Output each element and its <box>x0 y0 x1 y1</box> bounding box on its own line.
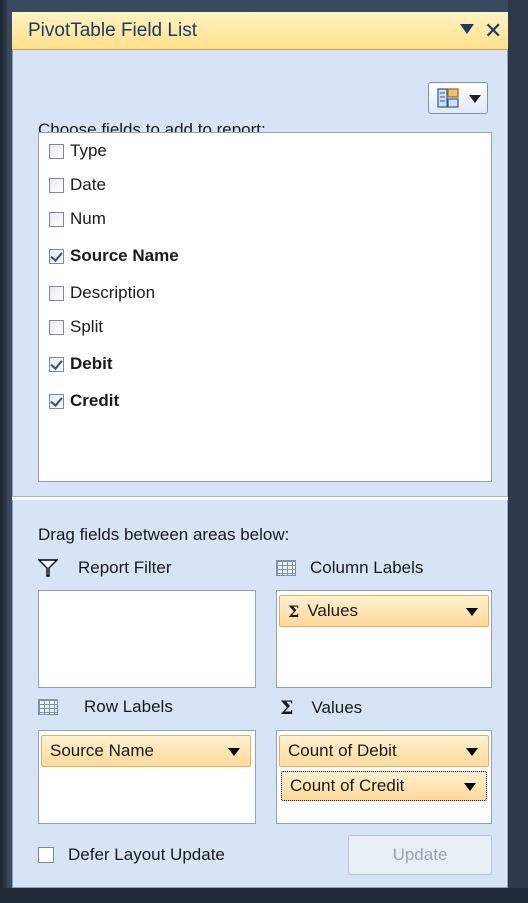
field-item-debit[interactable]: Debit <box>49 351 113 377</box>
field-checkbox[interactable] <box>49 285 64 301</box>
column-labels-label: Column Labels <box>310 558 424 577</box>
field-label: Description <box>70 283 156 302</box>
column-labels-area[interactable]: Σ Values <box>276 590 492 688</box>
field-item-date[interactable]: Date <box>49 172 106 198</box>
field-checkbox-checked[interactable] <box>49 356 64 372</box>
row-labels-area[interactable]: Source Name <box>38 730 256 824</box>
field-label: Debit <box>70 354 113 373</box>
defer-layout-checkbox[interactable] <box>38 847 54 863</box>
values-label: Values <box>311 698 363 717</box>
chip-label: Values <box>307 601 359 620</box>
defer-layout-label: Defer Layout Update <box>68 845 225 864</box>
field-label: Date <box>70 175 106 194</box>
values-label-group: Σ Values <box>280 697 362 719</box>
field-list-layout-icon <box>437 88 459 108</box>
field-list-layout-button[interactable] <box>428 82 488 114</box>
row-labels-label-group: Row Labels <box>38 697 173 717</box>
window-bottom-strip <box>0 888 528 903</box>
field-checkbox[interactable] <box>49 143 64 159</box>
window-right-edge <box>508 0 528 903</box>
chip-label: Count of Debit <box>288 741 397 760</box>
sigma-icon: Σ <box>280 697 294 719</box>
sigma-icon: Σ <box>288 601 300 621</box>
field-label: Num <box>70 209 106 228</box>
field-checkbox-checked[interactable] <box>49 393 64 409</box>
report-filter-label: Report Filter <box>78 558 172 577</box>
field-item-split[interactable]: Split <box>49 314 103 340</box>
drag-fields-label: Drag fields between areas below: <box>38 525 290 544</box>
chevron-down-icon[interactable] <box>464 783 476 791</box>
report-filter-area[interactable] <box>38 590 256 688</box>
field-item-description[interactable]: Description <box>49 280 155 306</box>
field-checkbox-checked[interactable] <box>49 248 64 264</box>
panel-title: PivotTable Field List <box>28 20 197 41</box>
row-field-chip-source-name[interactable]: Source Name <box>41 735 251 767</box>
field-item-num[interactable]: Num <box>49 206 106 232</box>
field-checkbox[interactable] <box>49 177 64 193</box>
update-button[interactable]: Update <box>348 835 492 875</box>
close-icon[interactable]: ✕ <box>484 18 502 44</box>
chevron-down-icon[interactable] <box>228 748 240 756</box>
field-label: Split <box>70 317 104 336</box>
values-area[interactable]: Count of Debit Count of Credit <box>276 730 492 824</box>
chevron-down-icon <box>469 95 481 103</box>
report-filter-label-group: Report Filter <box>38 558 172 578</box>
field-label: Source Name <box>70 246 179 265</box>
defer-layout-update[interactable]: Defer Layout Update <box>38 845 225 865</box>
grid-icon <box>38 699 58 715</box>
filter-icon <box>38 559 58 577</box>
grid-icon <box>276 560 296 576</box>
section-splitter[interactable] <box>12 496 508 500</box>
field-label: Type <box>70 141 107 160</box>
field-checkbox[interactable] <box>49 319 64 335</box>
field-checkbox[interactable] <box>49 211 64 227</box>
row-labels-label: Row Labels <box>84 697 173 716</box>
panel-titlebar[interactable]: PivotTable Field List ✕ <box>12 12 508 50</box>
chevron-down-icon[interactable] <box>466 748 478 756</box>
field-list-box: Type Date Num Source Name Description Sp… <box>38 132 492 482</box>
value-field-chip-count-of-credit[interactable]: Count of Credit <box>281 771 487 801</box>
field-label: Credit <box>70 391 120 410</box>
field-item-source-name[interactable]: Source Name <box>49 243 179 269</box>
chip-label: Source Name <box>50 741 154 760</box>
field-item-type[interactable]: Type <box>49 138 107 164</box>
dropdown-arrow-icon[interactable] <box>460 24 474 34</box>
chevron-down-icon[interactable] <box>466 608 478 616</box>
field-item-credit[interactable]: Credit <box>49 388 119 414</box>
column-labels-label-group: Column Labels <box>276 558 423 578</box>
column-field-chip-values[interactable]: Σ Values <box>279 595 489 627</box>
value-field-chip-count-of-debit[interactable]: Count of Debit <box>279 735 489 767</box>
chip-label: Count of Credit <box>290 776 405 795</box>
